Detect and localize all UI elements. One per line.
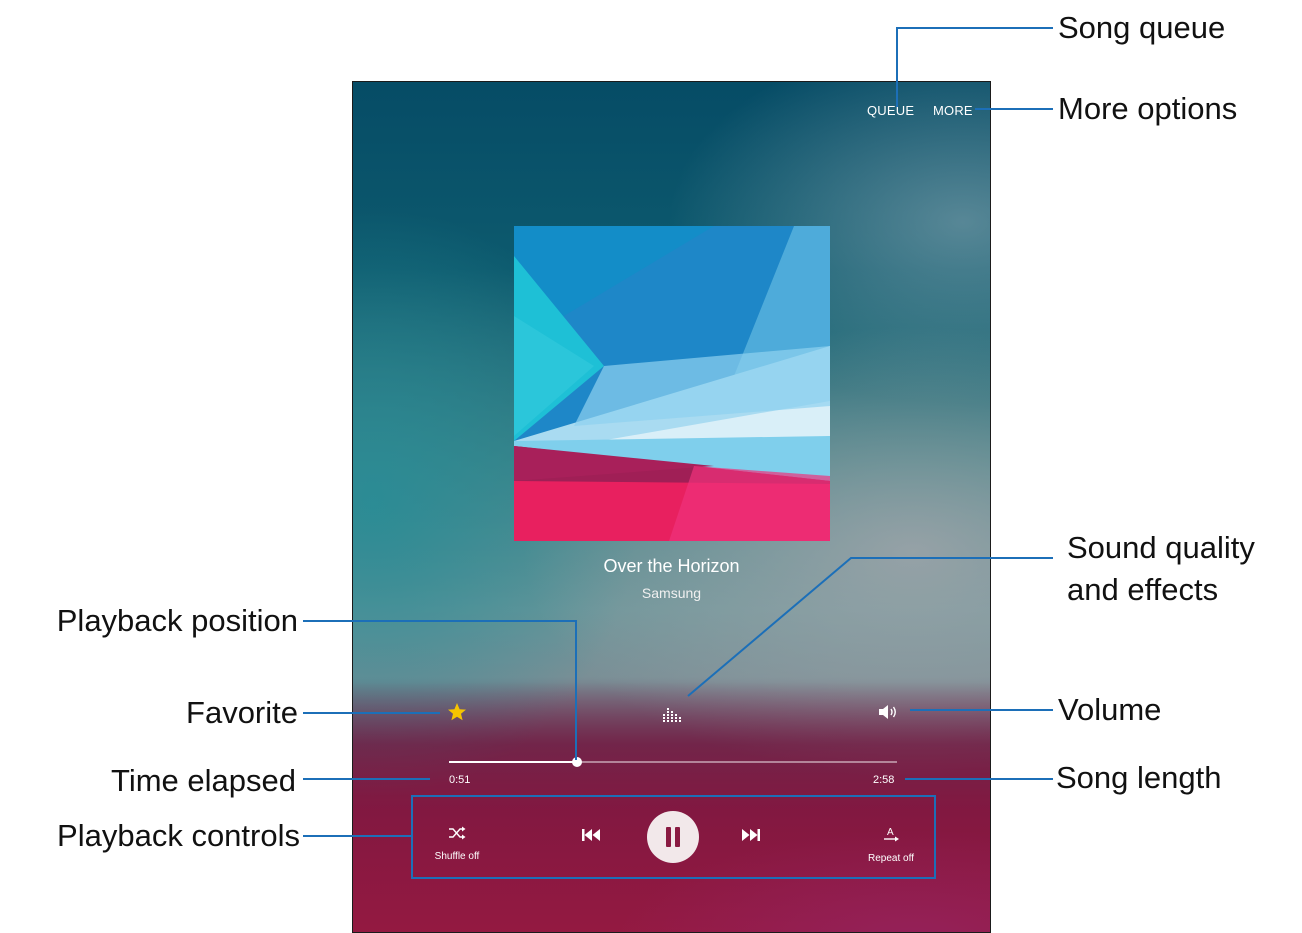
callout-volume: Volume bbox=[1058, 692, 1162, 727]
callout-more-options: More options bbox=[1058, 91, 1238, 126]
sound-quality-line bbox=[687, 557, 1053, 697]
playback-position-line bbox=[303, 620, 577, 760]
callout-song-queue: Song queue bbox=[1058, 10, 1226, 45]
callout-playback-position: Playback position bbox=[56, 603, 298, 638]
callout-sound-quality-line2: and effects bbox=[1067, 572, 1219, 607]
callout-song-length: Song length bbox=[1056, 760, 1222, 795]
callout-time-elapsed: Time elapsed bbox=[111, 763, 296, 798]
playback-controls-highlight bbox=[411, 795, 936, 879]
callout-playback-controls: Playback controls bbox=[57, 818, 300, 853]
callout-favorite: Favorite bbox=[186, 695, 298, 730]
callout-sound-quality-line1: Sound quality bbox=[1067, 530, 1255, 565]
song-queue-line bbox=[896, 27, 1053, 107]
